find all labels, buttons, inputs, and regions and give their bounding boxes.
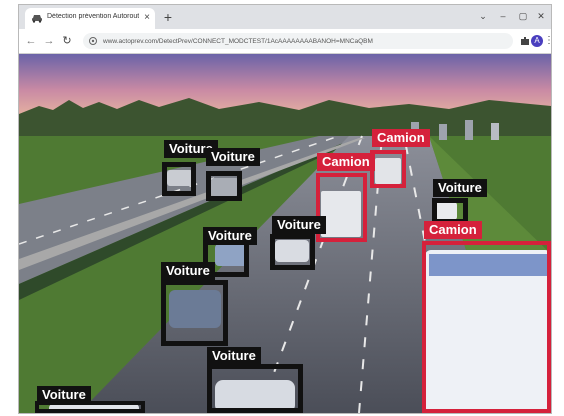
profile-avatar[interactable]: A <box>531 35 543 47</box>
car-detection-box <box>270 234 315 270</box>
car-detection-box <box>207 364 303 413</box>
detection-label: Voiture <box>206 148 260 166</box>
car-detection-box <box>161 280 228 346</box>
close-window-button[interactable]: ✕ <box>533 8 549 24</box>
tab-close-icon[interactable]: × <box>142 11 152 25</box>
browser-tab[interactable]: Détection prévention Autorout... × <box>25 8 155 29</box>
browser-window: Détection prévention Autorout... × + ⌄ –… <box>18 4 552 414</box>
detection-label: Voiture <box>207 347 261 365</box>
truck-detection-box <box>370 150 406 188</box>
detection-label: Camion <box>317 153 375 171</box>
detection-label: Voiture <box>433 179 487 197</box>
page-content: Voiture Voiture Camion Camion Voiture Camion V… <box>19 54 551 413</box>
car-icon <box>32 15 42 23</box>
tab-title: Détection prévention Autorout... <box>47 13 139 20</box>
browser-menu-icon[interactable]: ⋮ <box>544 35 551 47</box>
tab-strip: Détection prévention Autorout... × + ⌄ –… <box>19 5 551 29</box>
browser-toolbar: ← → ↻ www.actoprev.com/DetectPrev/CONNEC… <box>19 29 551 54</box>
detection-label: Voiture <box>272 216 326 234</box>
tab-search-button[interactable]: ⌄ <box>475 8 491 24</box>
truck-detection-box <box>422 241 551 413</box>
detection-label: Voiture <box>203 227 257 245</box>
url-text: www.actoprev.com/DetectPrev/CONNECT_MODC… <box>103 38 373 45</box>
extensions-icon[interactable] <box>519 35 531 47</box>
maximize-button[interactable]: ▢ <box>515 8 531 24</box>
minimize-button[interactable]: – <box>495 8 511 24</box>
site-info-icon[interactable] <box>89 37 97 45</box>
car-detection-box <box>162 162 196 196</box>
detection-label: Voiture <box>37 386 91 404</box>
detection-label: Camion <box>372 129 430 147</box>
back-arrow-icon[interactable]: ← <box>23 33 39 49</box>
detection-label: Voiture <box>161 262 215 280</box>
detection-label: Camion <box>424 221 482 239</box>
address-bar[interactable]: www.actoprev.com/DetectPrev/CONNECT_MODC… <box>83 33 513 49</box>
forward-arrow-icon[interactable]: → <box>41 33 57 49</box>
new-tab-button[interactable]: + <box>160 9 176 25</box>
reload-icon[interactable]: ↻ <box>59 33 75 49</box>
car-detection-box <box>206 171 242 201</box>
